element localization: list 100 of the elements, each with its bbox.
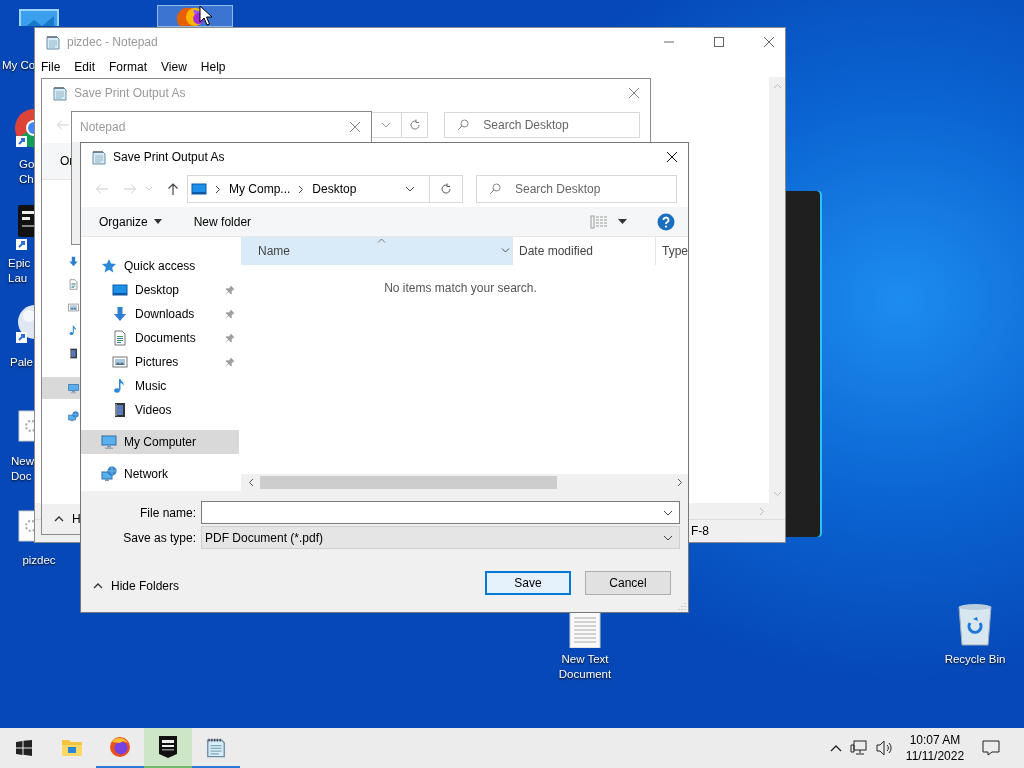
desktop-icon-label[interactable]: Epic Lau <box>8 256 31 286</box>
nav-item[interactable]: Documents <box>81 326 239 350</box>
cancel-button[interactable]: Cancel <box>585 571 671 595</box>
hide-folders-button[interactable]: H <box>72 512 81 526</box>
up-arrow-icon[interactable] <box>167 182 179 196</box>
window-title: pizdec - Notepad <box>67 35 158 49</box>
desktop-icon-label[interactable]: Recycle Bin <box>944 652 1006 667</box>
network-icon[interactable] <box>850 740 868 756</box>
chevron-right-icon <box>298 184 305 194</box>
column-header[interactable]: Name <box>241 237 513 265</box>
caret-up-icon <box>54 516 64 522</box>
file-type-dropdown[interactable]: PDF Document (*.pdf) <box>201 526 680 549</box>
nav-item[interactable]: Music <box>81 374 239 398</box>
chevron-down-icon[interactable] <box>663 509 673 516</box>
nav-item[interactable]: My Computer <box>81 430 239 454</box>
save-as-type-label: Save as type: <box>122 530 197 545</box>
star-icon <box>101 258 117 274</box>
nav-item[interactable]: Videos <box>81 398 239 422</box>
search-icon <box>489 183 501 195</box>
clock[interactable]: 10:07 AM 11/11/2022 <box>904 732 966 764</box>
notification-icon[interactable] <box>982 740 1000 756</box>
notepad-icon <box>52 85 68 101</box>
taskbar-app-button[interactable] <box>144 728 192 768</box>
computer-icon <box>191 181 207 197</box>
network-icon[interactable] <box>68 411 79 422</box>
search-icon <box>457 119 470 131</box>
documents-icon <box>112 330 128 346</box>
desktop-icon-label[interactable]: Go Ch <box>19 157 35 187</box>
computer-icon[interactable] <box>18 8 60 26</box>
menu-item[interactable]: Help <box>200 59 226 74</box>
window-title: Save Print Output As <box>113 150 225 164</box>
refresh-icon <box>440 183 452 195</box>
windows-logo-icon <box>16 740 32 756</box>
app-icon <box>158 735 178 759</box>
nav-item[interactable]: Pictures <box>81 350 239 374</box>
close-icon[interactable] <box>666 151 678 163</box>
browser-icon <box>109 736 131 758</box>
menu-item[interactable]: View <box>161 59 187 74</box>
new-folder-button[interactable]: New folder <box>185 212 260 231</box>
save-button[interactable]: Save <box>485 571 571 595</box>
maximize-icon[interactable] <box>713 36 725 48</box>
file-name-field[interactable] <box>201 501 680 524</box>
nav-item[interactable]: Network <box>81 462 239 486</box>
videos-icon[interactable] <box>68 348 79 359</box>
organize-button[interactable]: Organize <box>91 212 170 231</box>
column-header[interactable]: Date modified <box>513 237 656 265</box>
scrollbar[interactable] <box>241 474 688 491</box>
menu-item[interactable]: Edit <box>74 59 96 74</box>
window-title: Save Print Output As <box>74 86 186 100</box>
computer-icon <box>68 382 79 394</box>
resize-grip-icon[interactable] <box>678 602 686 610</box>
column-header[interactable]: Type <box>656 237 688 265</box>
downloads-icon <box>112 306 128 322</box>
menu-item[interactable]: File <box>41 59 61 74</box>
chevron-down-icon <box>663 534 673 541</box>
refresh-icon <box>408 119 421 131</box>
chevron-down-icon[interactable] <box>405 186 415 192</box>
caret-up-icon <box>93 583 103 589</box>
network-icon <box>101 466 117 482</box>
chevron-up-icon[interactable] <box>830 744 842 752</box>
address-bar[interactable]: My Comp... Desktop <box>187 175 463 203</box>
caret-down-icon[interactable] <box>618 219 627 224</box>
menu-item[interactable]: Format <box>109 59 148 74</box>
pictures-icon <box>112 354 128 370</box>
folder-icon <box>61 737 83 757</box>
search-field[interactable]: Search Desktop <box>444 112 640 138</box>
pictures-icon[interactable] <box>68 302 79 313</box>
desktop-icon-label[interactable]: New Text Document <box>558 652 612 682</box>
desktop-icon-label[interactable]: New Doc <box>11 454 34 484</box>
encoding-label: F-8 <box>691 524 709 538</box>
breadcrumb[interactable]: My Comp... <box>229 182 291 196</box>
chevron-right-icon <box>215 184 221 194</box>
desktop-icon <box>112 282 128 298</box>
help-icon[interactable] <box>657 212 675 231</box>
breadcrumb[interactable]: Desktop <box>312 182 357 196</box>
search-field[interactable]: Search Desktop <box>476 175 677 203</box>
scroll-left-icon[interactable] <box>248 478 254 487</box>
text-file-icon[interactable] <box>568 612 602 648</box>
desktop-icon-label[interactable]: pizdec <box>22 553 56 568</box>
scroll-right-icon[interactable] <box>677 478 683 487</box>
videos-icon <box>112 402 128 418</box>
nav-item[interactable]: Quick access <box>81 254 239 278</box>
recycle-bin-icon[interactable] <box>955 603 995 647</box>
music-icon[interactable] <box>68 325 79 336</box>
downloads-icon[interactable] <box>68 256 79 267</box>
notepad-icon <box>205 736 227 758</box>
computer-icon <box>101 434 117 450</box>
caret-down-icon <box>153 219 162 224</box>
window-title: Notepad <box>80 120 126 134</box>
nav-item[interactable]: Downloads <box>81 302 239 326</box>
scroll-thumb[interactable] <box>260 476 557 489</box>
notepad-icon <box>91 149 107 165</box>
desktop-icon-label[interactable]: Pale <box>10 355 34 370</box>
refresh-button[interactable] <box>402 112 429 138</box>
hide-folders-button[interactable]: Hide Folders <box>93 579 180 593</box>
nav-item[interactable]: Desktop <box>81 278 239 302</box>
notepad-icon <box>45 34 61 50</box>
volume-icon[interactable] <box>876 740 894 756</box>
documents-icon[interactable] <box>68 279 79 290</box>
empty-message: No items match your search. <box>384 281 537 297</box>
